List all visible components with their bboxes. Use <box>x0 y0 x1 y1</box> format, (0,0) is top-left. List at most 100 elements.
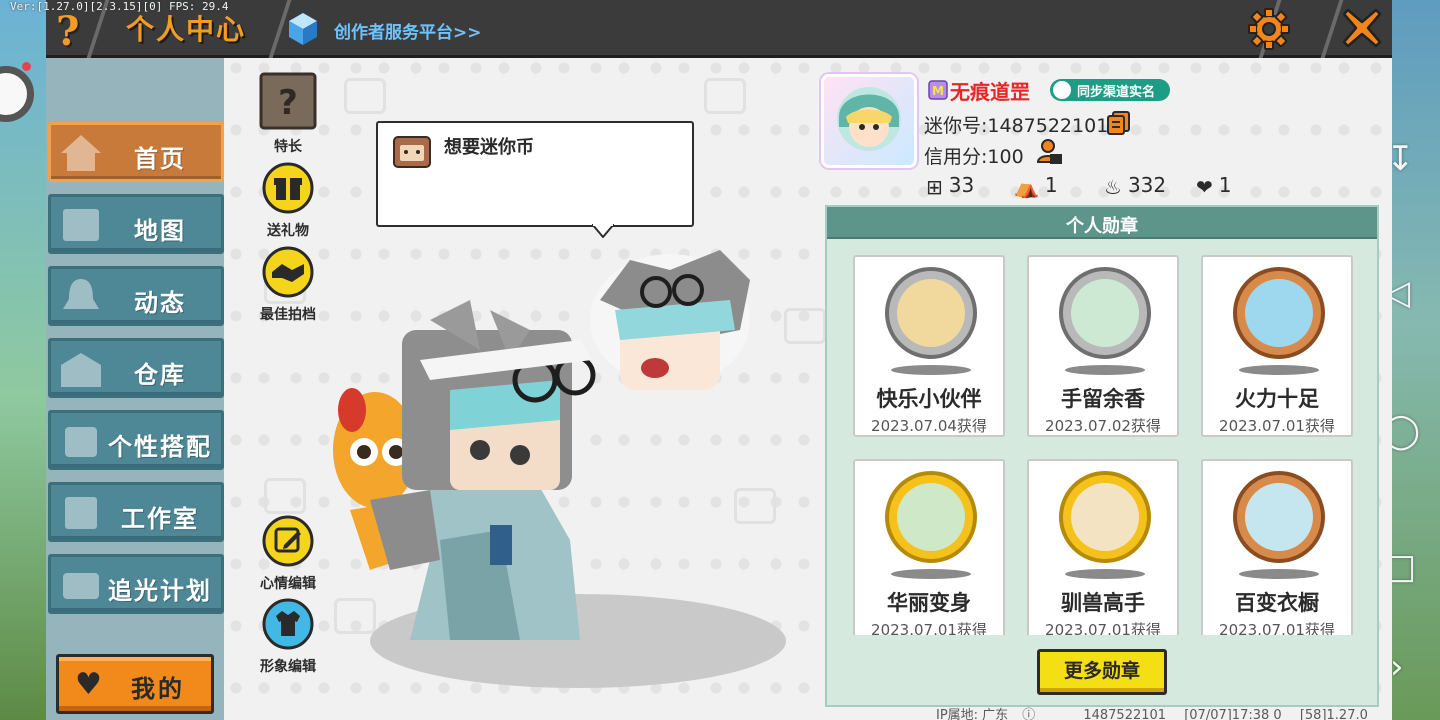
medal-name: 火力十足 <box>1235 387 1319 411</box>
hearts-icon: ❤ <box>1196 175 1213 199</box>
medal-shadow <box>891 365 971 375</box>
medal-date: 2023.07.01获得 <box>1219 621 1335 635</box>
background-pattern <box>264 478 306 514</box>
medal-shadow <box>1065 569 1145 579</box>
my-button[interactable]: ♥ 我的 <box>56 654 214 714</box>
mood-edit-button[interactable]: 心情编辑 <box>248 515 328 593</box>
medal-panel-title: 个人勋章 <box>1066 216 1138 237</box>
footer-timestamp: [07/07]17:38 0 <box>1184 708 1282 720</box>
footer-info: IP属地: 广东 ⓘ 1487522101 [07/07]17:38 0 [58]… <box>936 704 1382 720</box>
background-pattern <box>784 308 826 344</box>
medal-grid: 快乐小伙伴 2023.07.04获得 手留余香 2023.07.02获得 火力十… <box>851 253 1355 635</box>
game-world-background-right <box>1392 0 1440 720</box>
gear-icon[interactable] <box>1247 7 1291 51</box>
sidebar-item-label: 仓库 <box>134 361 186 389</box>
sidebar-item-warehouse[interactable]: 仓库 <box>48 338 224 398</box>
stat-likes: ❤ 1 <box>1196 173 1232 199</box>
medal-name: 百变衣橱 <box>1235 591 1319 615</box>
medal-date: 2023.07.04获得 <box>871 417 987 435</box>
creator-cube-icon[interactable] <box>288 12 318 46</box>
copy-icon[interactable] <box>1106 110 1132 136</box>
medal-badge-icon <box>1233 471 1325 563</box>
stat-popularity: ♨ 332 <box>1104 173 1166 199</box>
stat-value: 1 <box>1044 173 1058 197</box>
svg-text:M: M <box>932 84 944 98</box>
sync-realname-badge[interactable]: 同步渠道实名 <box>1050 79 1170 101</box>
close-icon[interactable] <box>1340 6 1384 50</box>
plus-square-icon: ⊞ <box>926 175 943 199</box>
sidebar-item-label: 追光计划 <box>108 577 212 605</box>
medal-date: 2023.07.01获得 <box>1219 417 1335 435</box>
page-title: 个人中心 <box>126 13 247 46</box>
edit-pencil-icon <box>262 515 314 567</box>
sidebar-item-light-plan[interactable]: 追光计划 <box>48 554 224 614</box>
creator-platform-link[interactable]: 创作者服务平台>> <box>334 18 482 43</box>
user-check-icon <box>1053 81 1071 99</box>
sync-badge-label: 同步渠道实名 <box>1077 85 1156 100</box>
bell-icon <box>63 279 99 309</box>
speech-bubble-tail <box>592 224 614 238</box>
gift-icon <box>262 162 314 214</box>
footer-version: [58]1.27.0 <box>1299 708 1368 720</box>
medal-card[interactable]: 火力十足 2023.07.01获得 <box>1201 255 1353 437</box>
stat-followers: ⊞ 33 <box>926 173 974 199</box>
header-bar <box>46 0 1392 60</box>
avatar-edit-button[interactable]: 形象编辑 <box>248 598 328 676</box>
sidebar-item-home[interactable]: 首页 <box>48 122 224 182</box>
medal-badge-icon <box>1059 267 1151 359</box>
medal-card[interactable]: 驯兽高手 2023.07.01获得 <box>1027 459 1179 635</box>
medal-card[interactable]: 手留余香 2023.07.02获得 <box>1027 255 1179 437</box>
avatar[interactable] <box>821 74 917 168</box>
sidebar-item-outfit[interactable]: 个性搭配 <box>48 410 224 470</box>
studio-icon <box>65 497 97 529</box>
light-plan-icon <box>63 573 99 599</box>
medal-panel-header: 个人勋章 <box>827 207 1377 239</box>
handshake-icon <box>262 246 314 298</box>
send-gift-button[interactable]: 送礼物 <box>248 162 328 240</box>
medal-shadow <box>891 569 971 579</box>
medal-shadow <box>1239 569 1319 579</box>
sidebar-item-label: 动态 <box>134 289 186 317</box>
outfit-icon <box>65 427 97 457</box>
sidebar-item-label: 地图 <box>134 217 186 245</box>
medal-badge-icon <box>885 471 977 563</box>
credit-score: 信用分:100 <box>924 146 1024 168</box>
ip-location: IP属地: 广东 <box>936 708 1009 720</box>
medal-badge-icon <box>1233 267 1325 359</box>
stat-value: 332 <box>1127 173 1167 197</box>
speech-bubble-text: 想要迷你币 <box>444 137 534 158</box>
sidebar: 首页 地图 动态 仓库 个性搭配 工作室 追光计划 ♥ 我的 <box>46 58 224 720</box>
medal-badge-icon <box>885 267 977 359</box>
svg-text:?: ? <box>278 83 298 123</box>
chevron-right-icon[interactable]: › <box>1390 650 1404 684</box>
credit-user-icon[interactable] <box>1036 138 1064 166</box>
info-circle-icon[interactable]: ⓘ <box>1022 708 1035 720</box>
medal-name: 华丽变身 <box>887 591 971 615</box>
mood-edit-label: 心情编辑 <box>260 576 316 592</box>
sidebar-item-feed[interactable]: 动态 <box>48 266 224 326</box>
medal-card[interactable]: 快乐小伙伴 2023.07.04获得 <box>853 255 1005 437</box>
notification-dot <box>22 62 31 71</box>
mystery-box-icon: ? <box>259 72 317 130</box>
mini-avatar-icon <box>393 136 431 168</box>
best-partner-button[interactable]: 最佳拍档 <box>248 246 328 324</box>
sidebar-item-studio[interactable]: 工作室 <box>48 482 224 542</box>
avatar-edit-label: 形象编辑 <box>260 659 316 675</box>
mini-id: 迷你号:1487522101 <box>924 115 1109 137</box>
player-character[interactable] <box>330 240 770 660</box>
medal-card[interactable]: 华丽变身 2023.07.01获得 <box>853 459 1005 635</box>
sidebar-item-label: 工作室 <box>121 505 199 533</box>
specialty-label: 特长 <box>274 139 302 155</box>
medal-name: 驯兽高手 <box>1061 591 1145 615</box>
sidebar-item-map[interactable]: 地图 <box>48 194 224 254</box>
help-question-icon[interactable]: ? <box>56 8 92 55</box>
sidebar-item-label: 个性搭配 <box>108 433 212 461</box>
specialty-button[interactable]: ? 特长 <box>248 72 328 156</box>
username: 无痕道罡 <box>950 80 1030 104</box>
medal-card[interactable]: 百变衣橱 2023.07.01获得 <box>1201 459 1353 635</box>
more-medals-button[interactable]: 更多勋章 <box>1037 649 1167 695</box>
home-icon <box>61 135 101 171</box>
version-fps-overlay: Ver:[1.27.0][2.3.15][0] FPS: 29.4 <box>10 0 229 13</box>
background-pattern <box>344 78 386 114</box>
send-gift-label: 送礼物 <box>267 223 309 239</box>
